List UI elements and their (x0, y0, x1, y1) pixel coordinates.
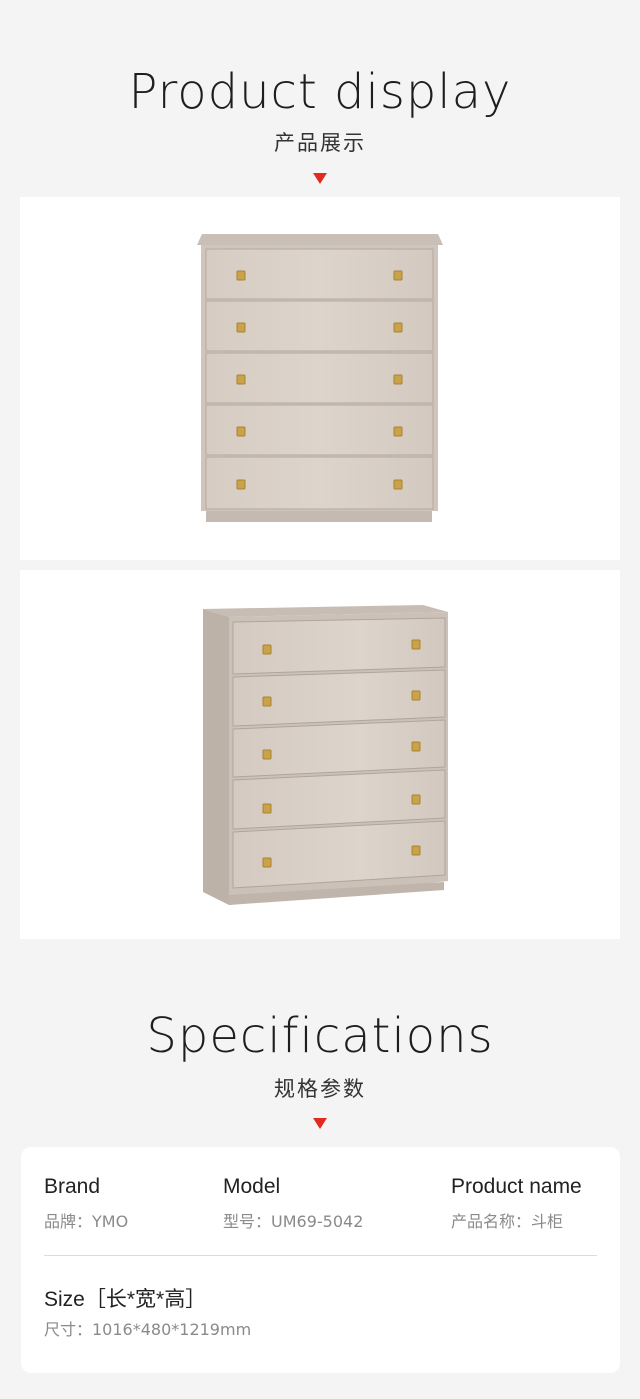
specs-divider (44, 1255, 597, 1256)
specs-subtitle: 规格参数 (274, 1077, 366, 1101)
specs-title: Specifications (146, 1008, 494, 1064)
down-arrow-icon (313, 173, 327, 184)
product-name-value: 产品名称：斗柜 (451, 1212, 564, 1231)
model-label: Model (223, 1175, 281, 1198)
brand-label: Brand (44, 1175, 101, 1198)
size-label: Size［长*宽*高］ (44, 1288, 207, 1311)
model-value: 型号：UM69-5042 (223, 1212, 364, 1231)
size-value: 尺寸：1016*480*1219mm (44, 1320, 252, 1339)
product-name-label: Product name (451, 1175, 582, 1198)
down-arrow-icon (313, 1118, 327, 1129)
display-subtitle: 产品展示 (274, 131, 366, 155)
brand-value: 品牌：YMO (44, 1212, 129, 1231)
display-title: Product display (128, 64, 512, 120)
product-image-front (20, 197, 620, 560)
product-image-angled (20, 570, 620, 939)
